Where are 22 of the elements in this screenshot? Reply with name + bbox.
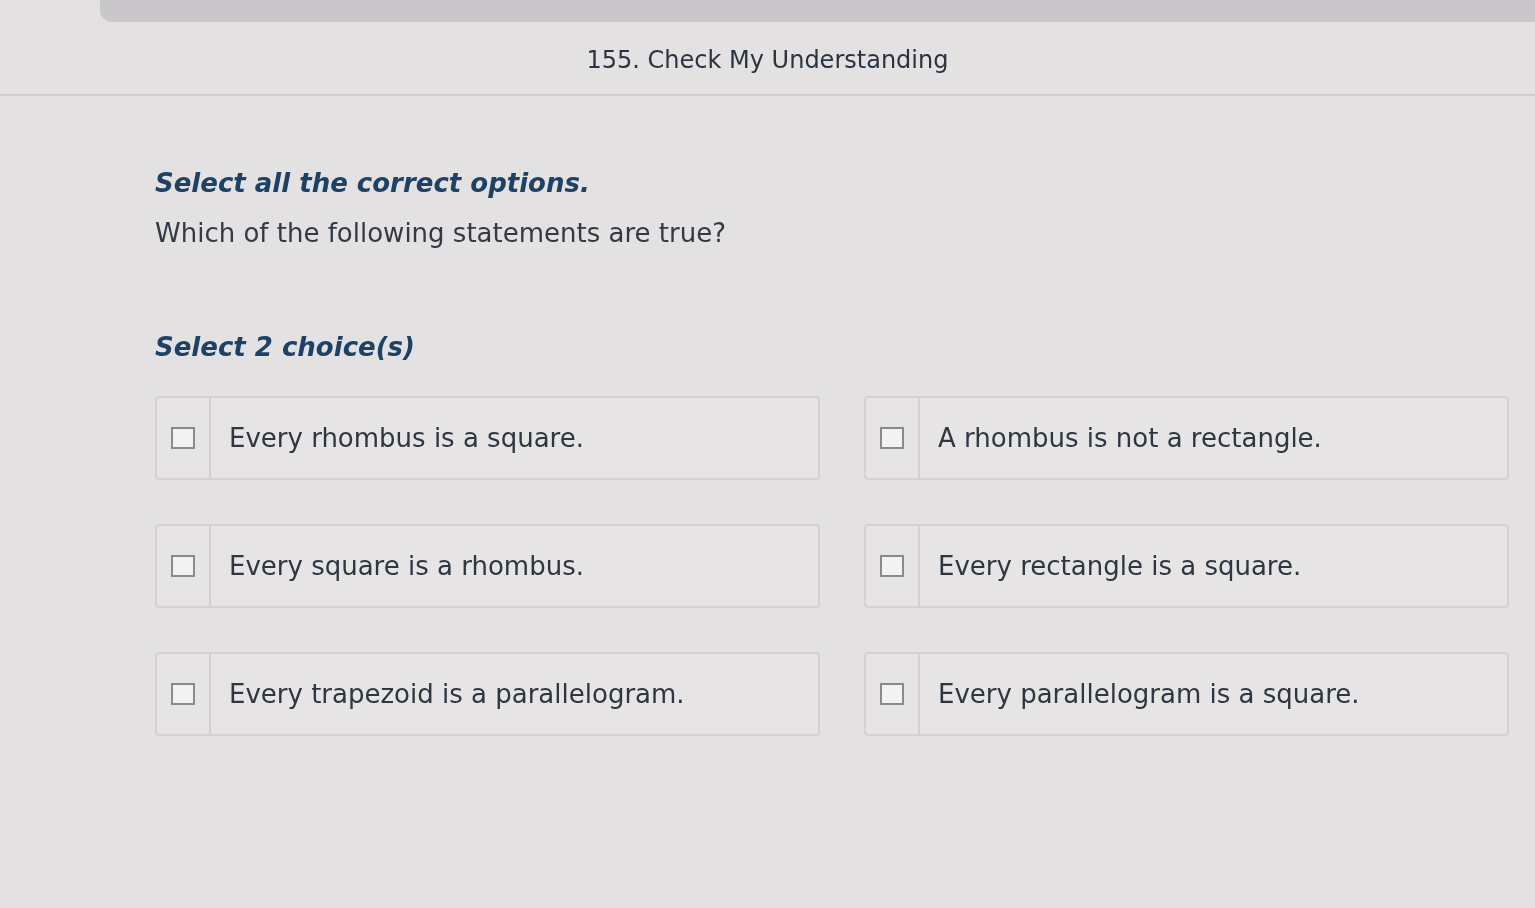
option-label: A rhombus is not a rectangle. [937,422,1322,455]
answer-option[interactable]: Every square is a rhombus. [155,524,820,608]
checkbox[interactable] [171,427,195,449]
checkbox[interactable] [880,427,904,449]
answer-option[interactable]: Every rectangle is a square. [864,524,1509,608]
option-label: Every trapezoid is a parallelogram. [228,678,685,711]
answer-option[interactable]: Every rhombus is a square. [155,396,820,480]
instruction-text: Select all the correct options. [155,168,591,198]
option-label: Every rectangle is a square. [937,550,1302,583]
option-label: Every parallelogram is a square. [937,678,1360,711]
answer-option[interactable]: Every parallelogram is a square. [864,652,1509,736]
checkbox[interactable] [880,683,904,705]
question-text: Which of the following statements are true? [155,218,727,248]
checkbox[interactable] [171,555,195,577]
checkbox[interactable] [171,683,195,705]
answer-option[interactable]: Every trapezoid is a parallelogram. [155,652,820,736]
checkbox[interactable] [880,555,904,577]
page-title: 155. Check My Understanding [586,46,949,74]
choice-count-text: Select 2 choice(s) [155,332,416,362]
option-label: Every square is a rhombus. [228,550,584,583]
option-label: Every rhombus is a square. [228,422,584,455]
answer-option[interactable]: A rhombus is not a rectangle. [864,396,1509,480]
